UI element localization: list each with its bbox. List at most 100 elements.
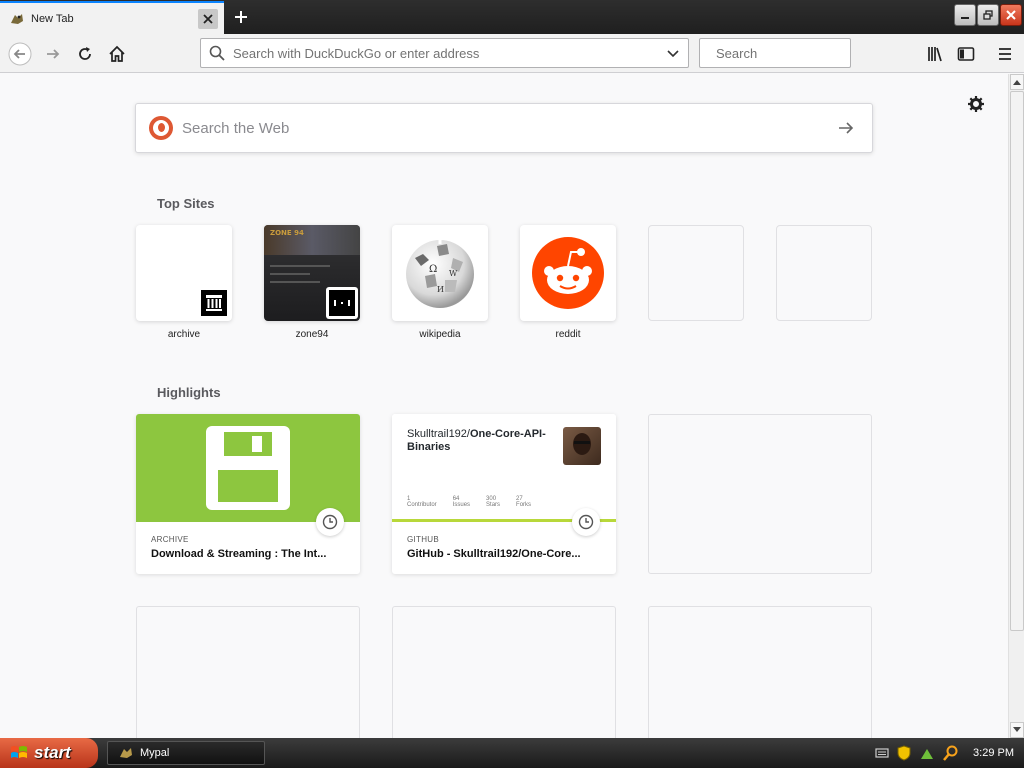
tab-close-button[interactable] <box>198 8 218 29</box>
floppy-disk-icon <box>206 426 290 510</box>
start-button[interactable]: start <box>0 738 98 768</box>
network-icon[interactable] <box>919 745 935 761</box>
archive-icon <box>198 287 230 319</box>
taskbar: start Mypal 3:29 PM <box>0 738 1024 768</box>
restore-button[interactable] <box>977 4 999 26</box>
site-label: wikipedia <box>419 329 461 340</box>
archive-thumbnail <box>136 414 360 536</box>
highlight-card-github[interactable]: Skulltrail192/One-Core-API-Binaries 1 Con… <box>392 414 616 574</box>
back-arrow-icon <box>8 42 32 66</box>
zone94-icon <box>326 287 358 319</box>
site-tile[interactable]: ZONE 94 <box>264 225 360 321</box>
history-clock-icon <box>572 508 600 536</box>
tab-new-tab[interactable]: New Tab <box>0 1 224 34</box>
empty-highlight-card <box>648 414 872 574</box>
avatar <box>563 427 601 465</box>
vertical-scrollbar[interactable] <box>1008 74 1024 738</box>
stat-label: Issues <box>452 502 471 508</box>
wikipedia-globe-icon: Ω W И <box>406 240 474 308</box>
gear-icon <box>968 96 984 112</box>
site-tile[interactable] <box>136 225 232 321</box>
customize-button[interactable] <box>966 94 986 114</box>
keyboard-icon[interactable] <box>875 747 889 759</box>
top-site-archive[interactable]: archive <box>136 225 232 340</box>
navigation-toolbar <box>0 34 1024 73</box>
site-label: zone94 <box>295 329 329 340</box>
sidebar-icon <box>957 47 975 61</box>
close-icon <box>203 13 213 24</box>
empty-site-tile[interactable] <box>648 225 744 321</box>
scroll-down-button[interactable] <box>1010 722 1024 738</box>
search-input[interactable] <box>716 45 892 61</box>
scrollbar-thumb[interactable] <box>1010 91 1024 631</box>
library-icon <box>928 47 942 62</box>
card-title: GitHub - Skulltrail192/One-Core... <box>407 548 581 560</box>
highlight-card-archive[interactable]: ARCHIVE Download & Streaming : The Int..… <box>136 414 360 574</box>
close-icon <box>1006 10 1016 20</box>
top-site-zone94[interactable]: ZONE 94 zone94 <box>264 225 360 340</box>
reload-button[interactable] <box>72 41 98 67</box>
duckduckgo-logo-icon <box>149 116 173 140</box>
library-button[interactable] <box>922 41 948 67</box>
stat-label: Contributor <box>407 502 437 508</box>
svg-text:W: W <box>449 269 458 278</box>
search-icon[interactable] <box>943 745 959 761</box>
site-tile[interactable]: Ω W И <box>392 225 488 321</box>
stat-label: Stars <box>486 502 501 508</box>
tab-title: New Tab <box>31 12 74 25</box>
card-source: ARCHIVE <box>151 535 189 544</box>
github-repo-name: Skulltrail192/One-Core-API-Binaries <box>407 428 547 454</box>
scroll-up-button[interactable] <box>1010 74 1024 90</box>
top-site-wikipedia[interactable]: Ω W И wikipedia <box>392 225 488 340</box>
new-tab-page: Top Sites archive ZONE <box>0 74 1008 738</box>
start-label: start <box>34 743 71 762</box>
taskbar-item-mypal[interactable]: Mypal <box>107 741 265 765</box>
site-tile[interactable] <box>520 225 616 321</box>
reload-icon <box>79 47 91 60</box>
new-tab-button[interactable] <box>230 6 252 28</box>
window-controls <box>954 4 1022 26</box>
back-button[interactable] <box>7 41 33 67</box>
github-stats: 1 Contributor 64 Issues 300 Stars 27 Forks <box>407 496 531 508</box>
history-clock-icon <box>316 508 344 536</box>
web-search-input[interactable] <box>182 119 836 137</box>
close-window-button[interactable] <box>1000 4 1022 26</box>
search-bar[interactable] <box>699 38 892 68</box>
address-bar[interactable] <box>200 38 689 68</box>
stat-label: Forks <box>516 502 532 508</box>
mypal-favicon-icon <box>120 748 132 758</box>
svg-text:Ω: Ω <box>429 264 437 275</box>
home-icon <box>109 45 125 62</box>
menu-button[interactable] <box>992 41 1018 67</box>
taskbar-item-label: Mypal <box>140 747 170 759</box>
card-source: GITHUB <box>407 535 440 544</box>
search-icon <box>209 45 225 61</box>
arrow-right-icon <box>839 122 854 134</box>
address-input[interactable] <box>233 45 666 61</box>
web-search-box[interactable] <box>135 103 873 153</box>
card-title: Download & Streaming : The Int... <box>151 548 327 560</box>
top-site-empty[interactable] <box>776 225 872 321</box>
forward-button[interactable] <box>40 41 66 67</box>
empty-highlight-card <box>648 606 872 738</box>
chevron-up-icon <box>1013 80 1021 85</box>
home-button[interactable] <box>104 41 130 67</box>
top-site-empty[interactable] <box>648 225 744 321</box>
empty-highlight-card <box>136 606 360 738</box>
forward-arrow-icon <box>47 49 60 59</box>
site-label: reddit <box>555 329 581 340</box>
minimize-icon <box>961 17 969 19</box>
sidebar-button[interactable] <box>953 41 979 67</box>
empty-site-tile[interactable] <box>776 225 872 321</box>
chevron-down-icon <box>1013 727 1021 732</box>
chevron-down-icon[interactable] <box>666 46 680 60</box>
repo-owner: Skulltrail192/ <box>407 428 470 440</box>
top-site-reddit[interactable]: reddit <box>520 225 616 340</box>
security-shield-icon[interactable] <box>897 745 911 761</box>
minimize-button[interactable] <box>954 4 976 26</box>
plus-icon <box>235 11 247 23</box>
hamburger-menu-icon <box>999 48 1011 60</box>
reddit-alien-icon <box>532 237 604 309</box>
top-sites-heading: Top Sites <box>157 196 215 211</box>
search-submit-button[interactable] <box>836 118 856 138</box>
